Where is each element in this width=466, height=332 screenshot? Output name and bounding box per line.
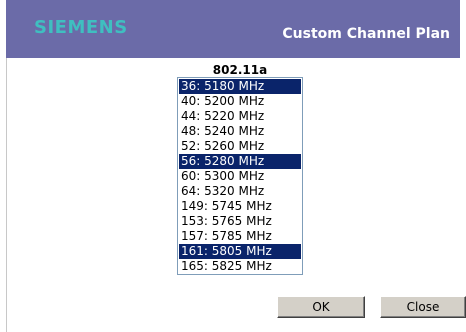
channel-option[interactable]: 56: 5280 MHz [179,154,301,169]
channel-option[interactable]: 52: 5260 MHz [179,139,301,154]
channel-option[interactable]: 36: 5180 MHz [179,79,301,94]
siemens-logo: SIEMENS [34,17,128,38]
channel-multiselect-list[interactable]: 36: 5180 MHz 40: 5200 MHz 44: 5220 MHz 48: … [177,77,303,275]
custom-channel-plan-window: SIEMENS Custom Channel Plan 802.11a 36: … [0,0,466,332]
channel-option[interactable]: 40: 5200 MHz [179,94,301,109]
close-button[interactable]: Close [380,296,466,318]
channel-option[interactable]: 165: 5825 MHz [179,259,301,274]
channel-list-title: 802.11a [212,63,268,77]
channel-option[interactable]: 161: 5805 MHz [179,244,301,259]
left-border-divider [6,58,7,332]
channel-option[interactable]: 44: 5220 MHz [179,109,301,124]
channel-option[interactable]: 60: 5300 MHz [179,169,301,184]
page-title: Custom Channel Plan [282,26,450,42]
channel-option[interactable]: 157: 5785 MHz [179,229,301,244]
ok-button[interactable]: OK [277,296,365,318]
channel-option[interactable]: 64: 5320 MHz [179,184,301,199]
channel-option[interactable]: 153: 5765 MHz [179,214,301,229]
header-bar: SIEMENS Custom Channel Plan [6,0,460,58]
channel-option[interactable]: 48: 5240 MHz [179,124,301,139]
channel-option[interactable]: 149: 5745 MHz [179,199,301,214]
